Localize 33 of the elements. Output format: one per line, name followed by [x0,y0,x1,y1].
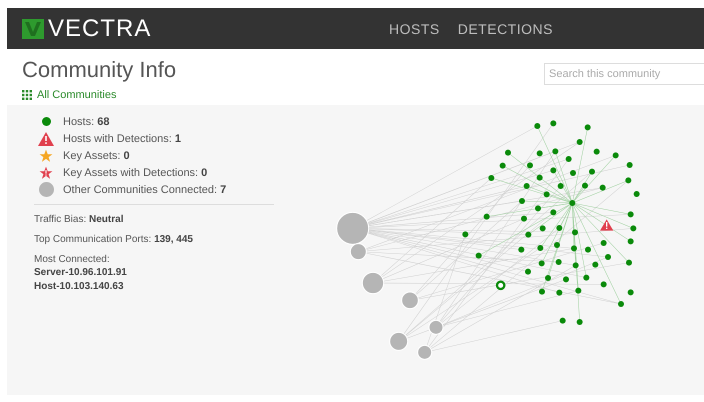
host-dot-icon [42,117,50,126]
warning-node-icon[interactable] [600,219,614,231]
community-node[interactable] [350,243,367,260]
ring-node[interactable] [496,280,506,290]
top-ports-text: Top Communication Ports: 139, 445 [34,234,194,245]
star-alert-icon [39,166,53,180]
traffic-bias-text: Traffic Bias: Neutral [34,214,124,225]
page-title: Community Info [22,57,176,83]
nav-link[interactable]: HOSTS [389,20,440,36]
community-node[interactable] [362,272,384,294]
community-node[interactable] [417,344,432,360]
community-node[interactable] [428,320,444,335]
star-icon [39,148,53,162]
host-nodes[interactable] [462,120,640,325]
community-node[interactable] [336,212,370,245]
legend-label: Key Assets: 0 [63,150,130,162]
logo-icon [22,18,44,38]
warning-icon [38,132,54,146]
legend-label: Hosts with Detections: 1 [63,132,181,144]
all-communities-link[interactable]: All Communities [22,89,176,101]
most-connected-label: Most Connected: [34,254,111,265]
host-name: Host-10.103.140.63 [34,281,125,292]
grid-icon [22,90,32,100]
nav-link[interactable]: DETECTIONS [458,20,553,36]
community-circle-icon [38,182,54,197]
legend-label: Other Communities Connected: 7 [63,184,226,196]
community-node[interactable] [401,292,419,310]
community-node[interactable] [389,332,408,351]
logo-text: VECTRA [48,14,152,42]
host-name: Server-10.96.101.91 [34,267,128,278]
legend-label: Hosts: 68 [63,116,110,128]
search-field[interactable]: Search this community [544,63,704,85]
legend-label: Key Assets with Detections: 0 [63,166,208,178]
